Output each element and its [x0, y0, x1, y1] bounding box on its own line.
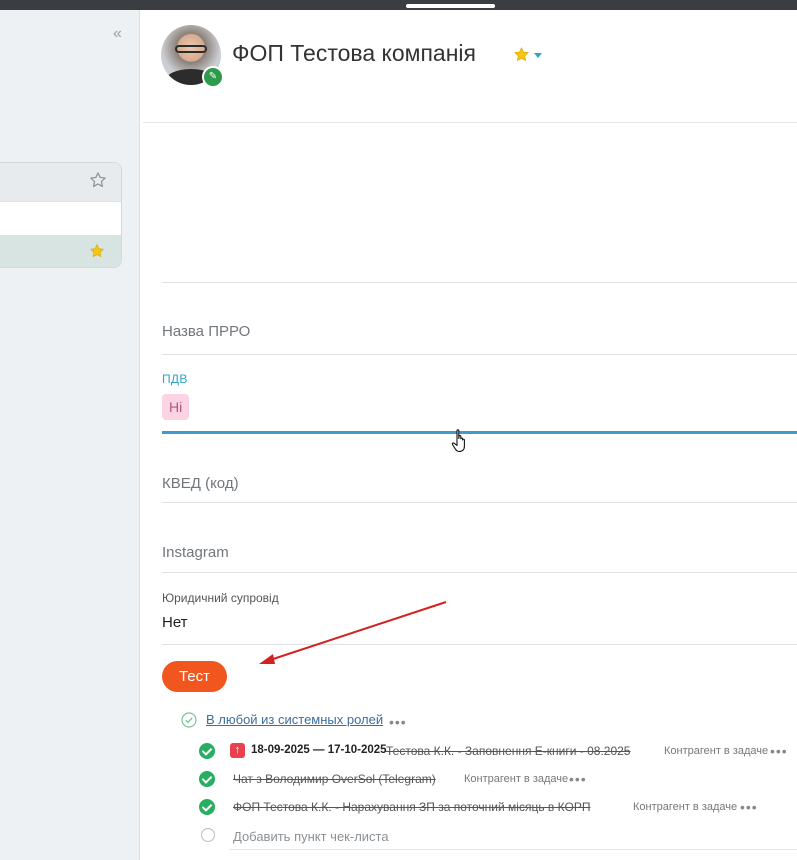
task-meta: Контрагент в задаче	[664, 745, 769, 757]
task-date-range: 18-09-2025 — 17-10-2025	[251, 744, 387, 756]
kved-field[interactable]: КВЕД (код)	[162, 475, 239, 492]
instagram-field[interactable]: Instagram	[162, 544, 229, 561]
star-outline-icon[interactable]	[89, 171, 107, 189]
field-divider	[162, 572, 797, 573]
chevron-down-icon[interactable]	[534, 53, 542, 58]
pdv-value-chip[interactable]: Ні	[162, 394, 190, 420]
edit-avatar-icon[interactable]: ✎	[202, 66, 224, 88]
entity-card: ✎ ФОП Тестова компанія Назва ПРРО ПДВ Ні…	[143, 10, 797, 860]
sidebar-card-row[interactable]	[0, 202, 121, 236]
hand-cursor-icon	[451, 429, 465, 453]
checklist-group-link[interactable]: В любой из системных ролей	[206, 712, 383, 727]
test-button[interactable]: Тест	[162, 661, 227, 692]
favorite-star-icon[interactable]	[513, 46, 530, 63]
sidebar-card	[0, 162, 122, 268]
group-more-button[interactable]: •••	[389, 715, 407, 729]
sidebar-card-header[interactable]	[0, 163, 121, 202]
sidebar-card-row-selected[interactable]	[0, 236, 121, 267]
pdv-active-underline	[162, 431, 797, 434]
annotation-arrow	[259, 601, 447, 664]
star-filled-icon[interactable]	[89, 243, 105, 259]
page-title: ФОП Тестова компанія	[232, 40, 476, 66]
checklist-group-check-icon[interactable]	[181, 712, 197, 728]
left-sidebar: «	[0, 10, 140, 860]
add-checklist-item-input[interactable]: Добавить пункт чек-листа	[233, 829, 389, 844]
task-meta: Контрагент в задаче	[633, 801, 738, 813]
window-drag-handle[interactable]	[406, 4, 495, 8]
avatar-glasses	[175, 45, 207, 53]
task-done-check[interactable]	[199, 799, 215, 815]
field-divider	[162, 282, 797, 283]
collapse-sidebar-icon[interactable]: «	[113, 26, 122, 42]
task-meta: Контрагент в задаче	[464, 773, 569, 785]
task-done-check[interactable]	[199, 771, 215, 787]
add-item-underline	[230, 849, 797, 850]
task-more-button[interactable]: •••	[770, 744, 788, 758]
header-divider	[143, 122, 797, 123]
field-divider	[162, 502, 797, 503]
task-title[interactable]: Тестова К.К. - Заповнення Е-книги - 08.2…	[386, 744, 630, 758]
task-title[interactable]: ФОП Тестова К.К. - Нарахування ЗП за пот…	[233, 800, 590, 814]
task-done-check[interactable]	[199, 743, 215, 759]
add-item-circle-icon	[201, 828, 215, 842]
pdv-label: ПДВ	[162, 372, 188, 386]
task-title[interactable]: Чат з Володимир OverSol (Telegram)	[233, 772, 436, 786]
priority-up-icon: ↑	[230, 743, 245, 758]
prro-field[interactable]: Назва ПРРО	[162, 323, 250, 340]
legal-support-value[interactable]: Нет	[162, 614, 188, 631]
task-more-button[interactable]: •••	[740, 800, 758, 814]
field-divider	[162, 354, 797, 355]
window-top-bar	[0, 0, 797, 10]
task-more-button[interactable]: •••	[569, 772, 587, 786]
